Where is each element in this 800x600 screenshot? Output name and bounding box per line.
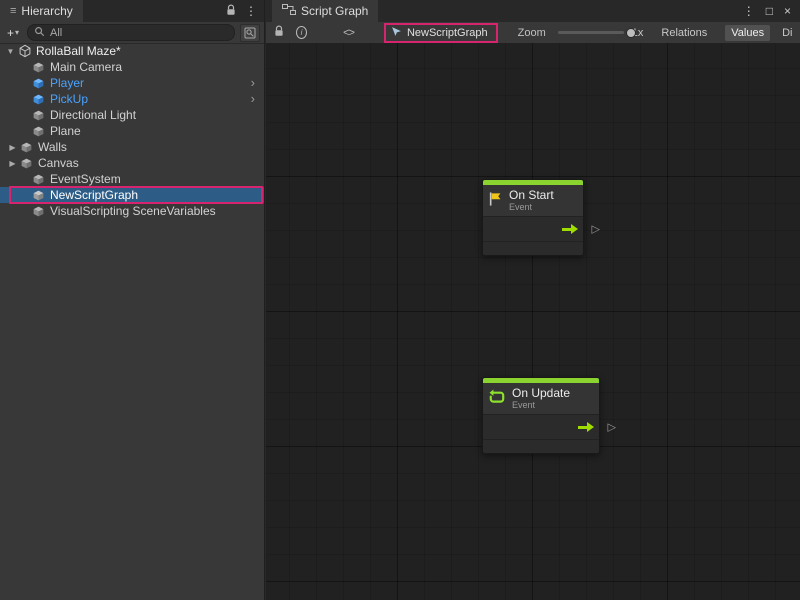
kebab-menu-icon[interactable]: ⋮ xyxy=(743,4,755,18)
node-on-start[interactable]: On Start Event ▷ xyxy=(482,179,584,256)
script-graph-panel: Script Graph ⋮ □ × i <> NewScriptGraph Z… xyxy=(266,0,800,600)
node-footer xyxy=(483,439,599,453)
node-header: On Update Event xyxy=(483,383,599,414)
prefab-cube-icon xyxy=(31,92,46,107)
foldout-open-icon[interactable]: ▼ xyxy=(4,47,17,56)
script-graph-asset-icon xyxy=(391,26,402,40)
output-port-arrow-icon[interactable] xyxy=(578,422,594,432)
graph-canvas[interactable]: On Start Event ▷ On Update xyxy=(266,43,800,600)
gameobject-cube-icon xyxy=(31,188,46,203)
zoom-label: Zoom xyxy=(518,27,546,39)
search-icon xyxy=(34,26,45,40)
gameobject-cube-icon xyxy=(31,60,46,75)
hierarchy-item-canvas[interactable]: ▶ Canvas xyxy=(0,155,264,171)
scene-name: RollaBall Maze* xyxy=(36,44,121,58)
caret-down-icon: ▾ xyxy=(15,28,19,37)
zoom-slider-knob[interactable] xyxy=(626,28,636,38)
gameobject-cube-icon xyxy=(31,172,46,187)
tab-hierarchy-label: Hierarchy xyxy=(21,4,72,18)
hierarchy-item-pickup[interactable]: PickUp › xyxy=(0,91,264,107)
hierarchy-item-eventsystem[interactable]: EventSystem xyxy=(0,171,264,187)
script-graph-toolbar: i <> NewScriptGraph Zoom 1x Relations Va… xyxy=(266,22,800,44)
hierarchy-item-visualscripting-scenevariables[interactable]: VisualScripting SceneVariables xyxy=(0,203,264,219)
tab-hierarchy[interactable]: ≡ Hierarchy xyxy=(0,0,83,22)
hierarchy-tab-controls: ⋮ xyxy=(226,0,264,22)
values-button[interactable]: Values xyxy=(725,25,770,41)
gameobject-cube-icon xyxy=(31,124,46,139)
search-window-icon[interactable] xyxy=(240,24,260,42)
node-title: On Update xyxy=(512,387,570,400)
scene-icon xyxy=(17,44,32,59)
graph-icon xyxy=(282,4,296,18)
tab-script-graph[interactable]: Script Graph xyxy=(272,0,378,22)
output-connector-icon[interactable]: ▷ xyxy=(592,223,600,236)
prefab-cube-icon xyxy=(31,76,46,91)
tab-script-graph-label: Script Graph xyxy=(301,4,368,18)
hierarchy-item-main-camera[interactable]: Main Camera xyxy=(0,59,264,75)
output-port-arrow-icon[interactable] xyxy=(562,224,578,234)
lock-icon[interactable] xyxy=(226,4,236,19)
graph-name-button[interactable]: NewScriptGraph xyxy=(407,27,488,39)
node-subtitle: Event xyxy=(509,202,554,212)
window-controls: ⋮ □ × xyxy=(743,0,800,22)
dim-button[interactable]: Di xyxy=(782,27,792,39)
annotation-highlight: NewScriptGraph xyxy=(384,23,498,43)
prefab-chevron-icon[interactable]: › xyxy=(251,78,255,88)
code-icon[interactable]: <> xyxy=(343,27,354,39)
gameobject-cube-icon xyxy=(31,108,46,123)
hierarchy-tree: ▼ RollaBall Maze* Main Camera Player xyxy=(0,43,264,600)
node-port-row: ▷ xyxy=(483,414,599,439)
unity-editor-window: ≡ Hierarchy ⋮ + ▾ xyxy=(0,0,800,600)
script-graph-tabbar: Script Graph ⋮ □ × xyxy=(266,0,800,22)
flag-icon xyxy=(488,191,503,210)
plus-icon: + xyxy=(7,26,14,40)
search-input[interactable] xyxy=(50,27,228,39)
node-subtitle: Event xyxy=(512,400,570,410)
search-field[interactable] xyxy=(27,24,235,41)
info-icon[interactable]: i xyxy=(296,26,307,39)
zoom-slider[interactable] xyxy=(558,31,624,34)
hierarchy-panel: ≡ Hierarchy ⋮ + ▾ xyxy=(0,0,265,600)
gameobject-cube-icon xyxy=(19,156,34,171)
node-header: On Start Event xyxy=(483,185,583,216)
hierarchy-item-plane[interactable]: Plane xyxy=(0,123,264,139)
add-object-button[interactable]: + ▾ xyxy=(4,26,22,40)
hierarchy-item-newscriptgraph[interactable]: NewScriptGraph xyxy=(0,187,264,203)
gameobject-cube-icon xyxy=(31,204,46,219)
hierarchy-toolbar: + ▾ xyxy=(0,22,264,44)
scene-root-row[interactable]: ▼ RollaBall Maze* xyxy=(0,43,264,59)
loop-icon xyxy=(488,389,506,408)
close-icon[interactable]: × xyxy=(784,4,791,18)
node-footer xyxy=(483,241,583,255)
gameobject-cube-icon xyxy=(19,140,34,155)
hierarchy-tabbar: ≡ Hierarchy ⋮ xyxy=(0,0,264,22)
maximize-icon[interactable]: □ xyxy=(766,4,773,18)
prefab-chevron-icon[interactable]: › xyxy=(251,94,255,104)
panel-menu-icon: ≡ xyxy=(10,5,16,17)
node-title: On Start xyxy=(509,189,554,202)
hierarchy-item-walls[interactable]: ▶ Walls xyxy=(0,139,264,155)
hierarchy-item-player[interactable]: Player › xyxy=(0,75,264,91)
output-connector-icon[interactable]: ▷ xyxy=(608,421,616,434)
foldout-closed-icon[interactable]: ▶ xyxy=(6,159,19,168)
relations-button[interactable]: Relations xyxy=(655,25,713,41)
hierarchy-item-directional-light[interactable]: Directional Light xyxy=(0,107,264,123)
node-on-update[interactable]: On Update Event ▷ xyxy=(482,377,600,454)
foldout-closed-icon[interactable]: ▶ xyxy=(6,143,19,152)
node-port-row: ▷ xyxy=(483,216,583,241)
kebab-menu-icon[interactable]: ⋮ xyxy=(245,4,257,18)
lock-icon[interactable] xyxy=(274,25,284,40)
